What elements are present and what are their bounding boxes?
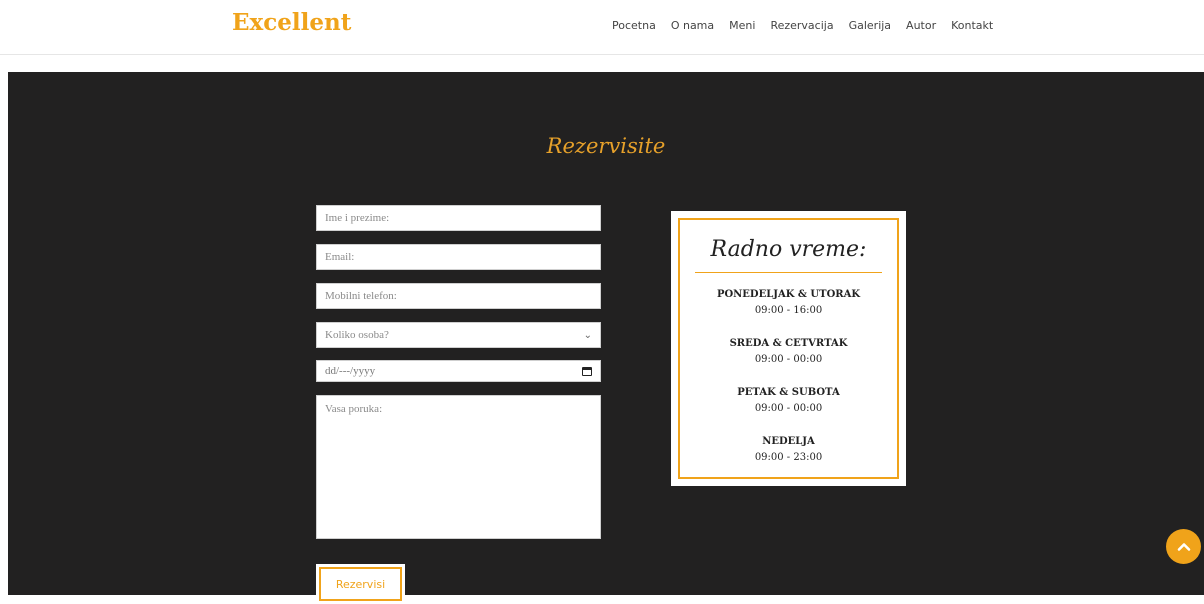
- nav-link-meni[interactable]: Meni: [729, 19, 755, 32]
- nav-link-o-nama[interactable]: O nama: [671, 19, 714, 32]
- hours-days: PETAK & SUBOTA: [737, 387, 840, 398]
- email-input-placeholder: Email:: [325, 251, 355, 263]
- chevron-up-icon: [1177, 542, 1190, 551]
- phone-input[interactable]: Mobilni telefon:: [316, 283, 601, 309]
- phone-input-placeholder: Mobilni telefon:: [325, 290, 397, 302]
- name-input[interactable]: Ime i prezime:: [316, 205, 601, 231]
- date-input[interactable]: dd/---/yyyy: [316, 360, 601, 382]
- hours-days: SREDA & CETVRTAK: [729, 338, 848, 349]
- divider: [695, 272, 882, 273]
- hours-days: NEDELJA: [762, 436, 815, 447]
- hours-time: 09:00 - 00:00: [754, 354, 823, 365]
- nav-link-rezervacija[interactable]: Rezervacija: [770, 19, 833, 32]
- hours-days: PONEDELJAK & UTORAK: [716, 289, 861, 300]
- email-input[interactable]: Email:: [316, 244, 601, 270]
- hours-entry: PETAK & SUBOTA 09:00 - 00:00: [680, 385, 897, 417]
- nav-link-pocetna[interactable]: Pocetna: [612, 19, 656, 32]
- reservation-section: Rezervisite Ime i prezime: Email: Mobiln…: [8, 72, 1204, 604]
- working-hours-title: Radno vreme:: [710, 237, 867, 262]
- hours-entry: PONEDELJAK & UTORAK 09:00 - 16:00: [680, 287, 897, 319]
- people-select[interactable]: Koliko osoba? ⌄: [316, 322, 601, 348]
- nav-link-kontakt[interactable]: Kontakt: [951, 19, 993, 32]
- hours-time: 09:00 - 23:00: [754, 452, 823, 463]
- name-input-placeholder: Ime i prezime:: [325, 212, 390, 224]
- main-nav: Pocetna O nama Meni Rezervacija Galerija…: [612, 19, 993, 32]
- site-logo[interactable]: Excellent: [232, 9, 351, 36]
- nav-link-galerija[interactable]: Galerija: [849, 19, 891, 32]
- chevron-down-icon: ⌄: [583, 329, 592, 341]
- message-textarea[interactable]: Vasa poruka:: [316, 395, 601, 539]
- calendar-icon[interactable]: [582, 366, 592, 376]
- hours-time: 09:00 - 00:00: [754, 403, 823, 414]
- hours-entry: NEDELJA 09:00 - 23:00: [680, 434, 897, 466]
- reserve-button-label: Rezervisi: [319, 567, 402, 601]
- message-textarea-placeholder: Vasa poruka:: [325, 403, 383, 415]
- working-hours-frame: Radno vreme: PONEDELJAK & UTORAK 09:00 -…: [678, 218, 899, 479]
- nav-link-autor[interactable]: Autor: [906, 19, 936, 32]
- hours-time: 09:00 - 16:00: [754, 305, 823, 316]
- people-select-value: Koliko osoba?: [325, 329, 389, 341]
- date-input-placeholder: dd/---/yyyy: [325, 365, 376, 377]
- reservation-title: Rezervisite: [546, 134, 666, 158]
- reserve-button[interactable]: Rezervisi: [316, 564, 405, 604]
- scroll-to-top-button[interactable]: [1166, 529, 1201, 564]
- working-hours-card: Radno vreme: PONEDELJAK & UTORAK 09:00 -…: [671, 211, 906, 486]
- top-navbar: Excellent Pocetna O nama Meni Rezervacij…: [0, 0, 1204, 55]
- hours-entry: SREDA & CETVRTAK 09:00 - 00:00: [680, 336, 897, 368]
